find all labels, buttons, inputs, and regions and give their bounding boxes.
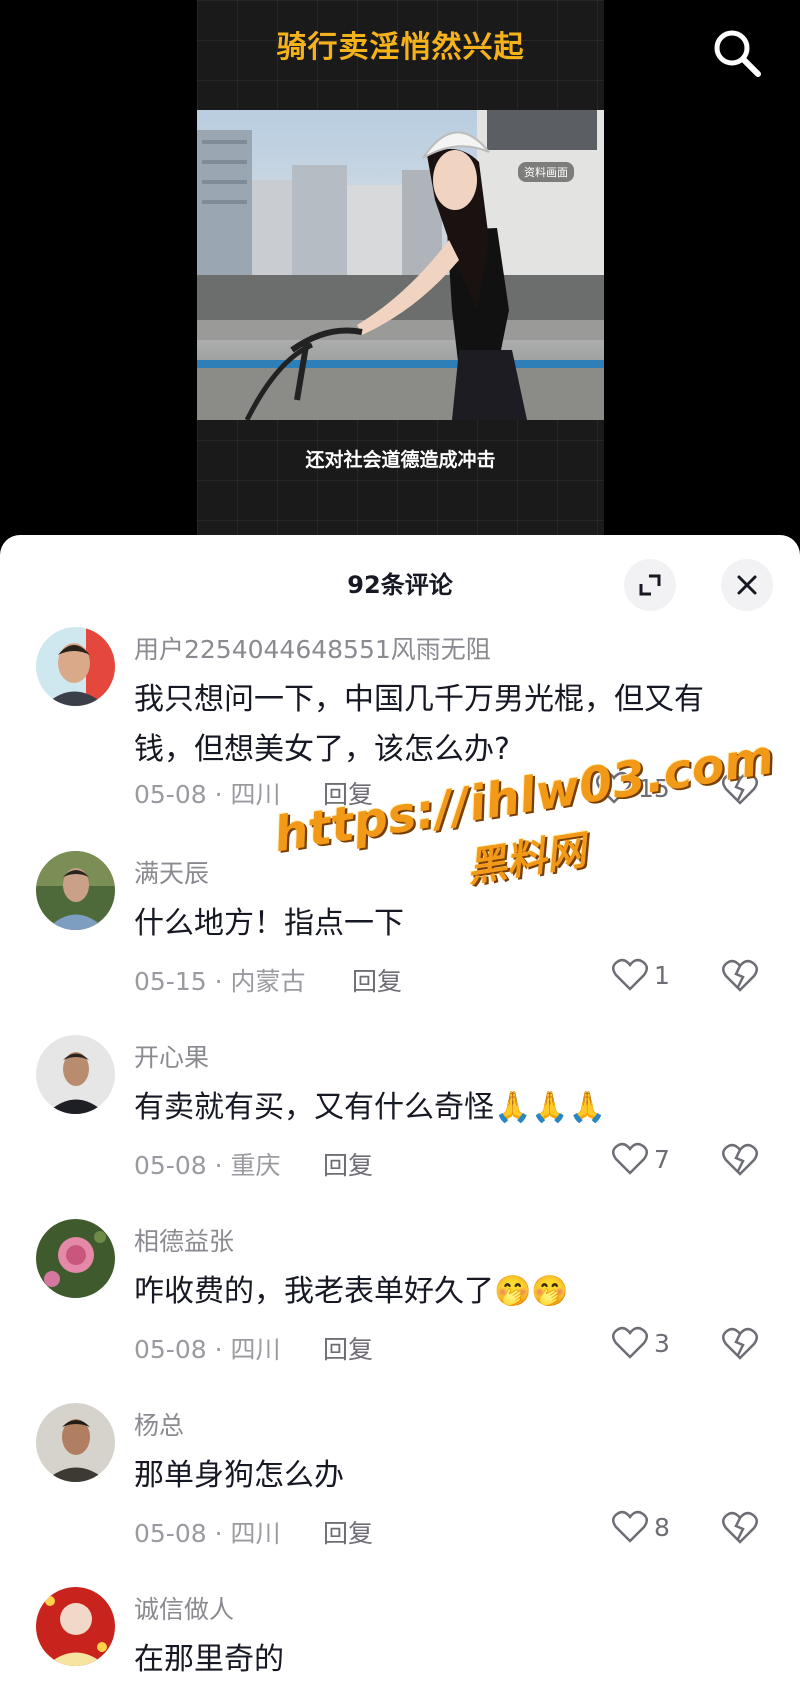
reply-button[interactable]: 回复 [323,1514,373,1550]
comment-item: 杨总 那单身狗怎么办 05-08 · 四川 回复 8 [0,1403,800,1587]
video-subtitle: 还对社会道德造成冲击 [305,449,496,471]
heart-icon [612,1142,648,1175]
comment-text: 咋收费的，我老表单好久了🤭🤭 [134,1274,569,1309]
dislike-button[interactable] [722,1143,758,1179]
like-count: 1 [654,960,670,990]
search-icon [714,30,761,77]
like-count: 7 [654,1144,670,1174]
heart-icon [612,1326,648,1359]
comment-meta: 05-15 · 内蒙古 [134,967,306,996]
video-frame: 骑行卖淫悄然兴起 资料画面 还对社会道德造成冲击 [197,0,604,545]
comment-text: 在那里奇的 [134,1642,284,1677]
heart-icon [612,958,648,991]
comment-text: 我只想问一下，中国几千万男光棍，但又有钱，但想美女了，该怎么办? [134,682,704,767]
broken-heart-icon [722,959,758,992]
comment-item: 诚信做人 在那里奇的 [0,1587,800,1698]
username[interactable]: 相德益张 [134,1222,234,1258]
username[interactable]: 杨总 [134,1406,184,1442]
avatar[interactable] [36,1219,115,1298]
video-photo: 资料画面 [197,110,604,420]
avatar[interactable] [36,1035,115,1114]
video-headline: 骑行卖淫悄然兴起 [276,30,525,65]
broken-heart-icon [722,1511,758,1544]
broken-heart-icon [722,772,758,805]
video-player[interactable]: 骑行卖淫悄然兴起 资料画面 还对社会道德造成冲击 [0,0,800,560]
sheet-header: 92条评论 [0,535,800,627]
like-count: 3 [654,1328,670,1358]
avatar[interactable] [36,1587,115,1666]
like-button[interactable]: 7 [612,1142,670,1176]
avatar[interactable] [36,1403,115,1482]
heart-icon [612,1510,648,1543]
like-button[interactable]: 1 [612,958,670,992]
dislike-button[interactable] [722,1327,758,1363]
reply-button[interactable]: 回复 [323,1330,373,1366]
comment-text: 有卖就有买，又有什么奇怪🙏🙏🙏 [134,1090,607,1125]
comment-meta: 05-08 · 重庆 [134,1151,281,1180]
broken-heart-icon [722,1143,758,1176]
reply-button[interactable]: 回复 [352,962,402,998]
comment-item: 用户2254044648551风雨无阻 我只想问一下，中国几千万男光棍，但又有钱… [0,627,800,851]
reply-button[interactable]: 回复 [323,1146,373,1182]
cyclist-illustration [197,110,604,420]
reply-button[interactable]: 回复 [323,775,373,811]
like-count: 15 [638,773,670,803]
comment-meta: 05-08 · 四川 [134,1519,281,1548]
username[interactable]: 开心果 [134,1038,209,1074]
comment-text: 什么地方！指点一下 [134,906,404,941]
comment-item: 相德益张 咋收费的，我老表单好久了🤭🤭 05-08 · 四川 回复 3 [0,1219,800,1403]
avatar[interactable] [36,851,115,930]
heart-icon [596,771,632,804]
expand-button[interactable] [624,559,676,611]
comment-item: 开心果 有卖就有买，又有什么奇怪🙏🙏🙏 05-08 · 重庆 回复 7 [0,1035,800,1219]
broken-heart-icon [722,1327,758,1360]
comment-list: 用户2254044648551风雨无阻 我只想问一下，中国几千万男光棍，但又有钱… [0,627,800,1698]
username[interactable]: 用户2254044648551风雨无阻 [134,630,491,666]
photo-label: 资料画面 [518,162,574,182]
comment-count-title: 92条评论 [347,571,453,599]
dislike-button[interactable] [722,959,758,995]
comment-text: 那单身狗怎么办 [134,1458,344,1493]
like-button[interactable]: 15 [596,771,670,805]
dislike-button[interactable] [722,772,758,808]
comment-sheet: 92条评论 用户2254044648551风雨无阻 我只想问一下，中国几千万男光… [0,535,800,1698]
comment-meta: 05-08 · 四川 [134,1335,281,1364]
username[interactable]: 满天辰 [134,854,209,890]
username[interactable]: 诚信做人 [134,1590,234,1626]
like-button[interactable]: 3 [612,1326,670,1360]
comment-item: 满天辰 什么地方！指点一下 05-15 · 内蒙古 回复 1 [0,851,800,1035]
like-count: 8 [654,1512,670,1542]
dislike-button[interactable] [722,1511,758,1547]
close-button[interactable] [721,559,773,611]
expand-icon [639,574,661,596]
like-button[interactable]: 8 [612,1510,670,1544]
close-icon [737,575,757,595]
comment-meta: 05-08 · 四川 [134,780,281,809]
avatar[interactable] [36,627,115,706]
search-button[interactable] [710,26,764,80]
